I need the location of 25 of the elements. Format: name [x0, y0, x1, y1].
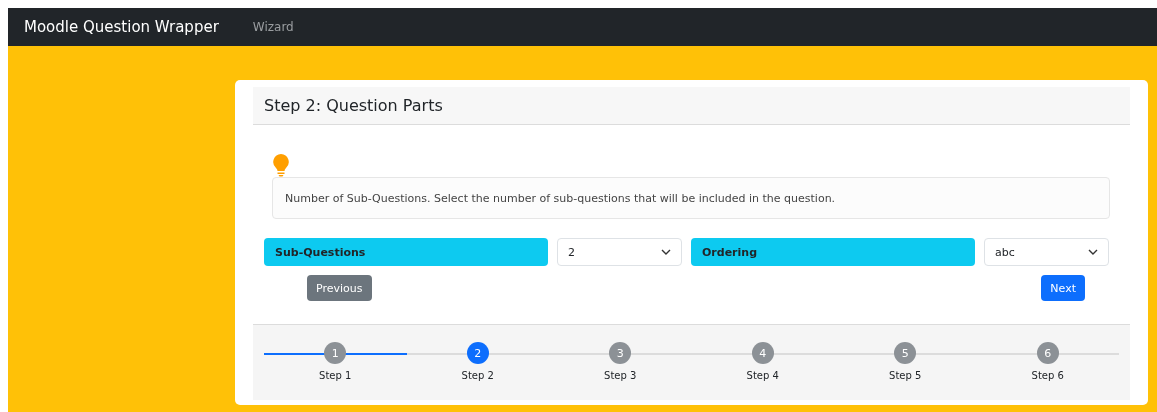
field-label: Ordering	[691, 238, 975, 266]
step-label: Step 3	[604, 370, 637, 381]
chevron-down-icon	[661, 249, 671, 255]
select-field[interactable]: abc	[984, 238, 1109, 266]
step-circle[interactable]: 2	[466, 342, 489, 364]
step-circle[interactable]: 5	[894, 342, 917, 364]
select-field[interactable]: 2	[557, 238, 682, 266]
hint-text: Number of Sub-Questions. Select the number of sub-questions that will be included in the question.	[272, 177, 1110, 219]
step-circle[interactable]: 6	[1036, 342, 1059, 364]
step-label: Step 2	[461, 370, 494, 381]
nav-link[interactable]: Wizard	[252, 20, 294, 34]
step-label: Step 6	[1031, 370, 1064, 381]
previous-button[interactable]: Previous	[307, 275, 372, 301]
step-label: Step 5	[889, 370, 922, 381]
step-label: Step 1	[319, 370, 352, 381]
step-circle[interactable]: 1	[324, 342, 347, 364]
next-button[interactable]: Next	[1041, 275, 1085, 301]
step-circle[interactable]: 4	[751, 342, 774, 364]
step-label: Step 4	[746, 370, 779, 381]
brand-title[interactable]: Moodle Question Wrapper	[24, 18, 219, 36]
chevron-down-icon	[1088, 249, 1098, 255]
step-circle[interactable]: 3	[609, 342, 632, 364]
card-title: Step 2: Question Parts	[264, 96, 443, 115]
lightbulb-icon	[272, 153, 290, 177]
field-label: Sub-Questions	[264, 238, 548, 266]
